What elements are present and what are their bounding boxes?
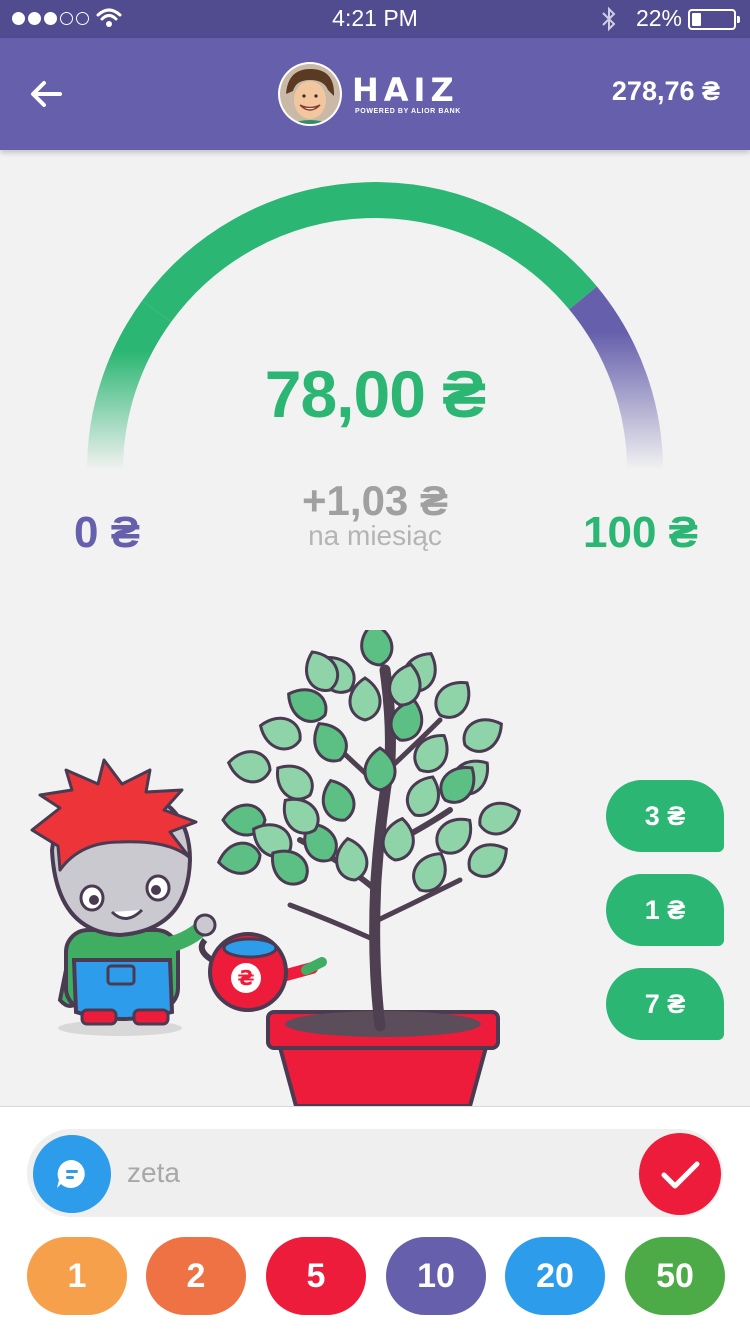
battery-icon [688,9,740,30]
leaf [467,843,508,878]
account-balance: 278,76 ₴ [611,76,720,106]
checkmark-icon [661,1161,700,1189]
message-input[interactable] [127,1151,607,1195]
gardener-boy [30,758,217,1036]
deposit-panel: 1 2 5 10 20 50 [0,1106,750,1334]
gauge-min-label: 0 ₴ [74,508,141,557]
gauge-progress [142,182,597,322]
gauge-max-label: 100 ₴ [583,508,698,557]
arrow-left-icon[interactable] [28,76,64,112]
confirm-button[interactable] [639,1133,721,1215]
chat-bubble-icon [57,1159,85,1188]
battery-percentage: 22% [635,5,682,31]
leaf [313,722,348,763]
app-header: HAIZ POWERED BY ALIOR BANK 278,76 ₴ [0,38,750,150]
leaf [321,778,356,822]
status-bar: 4:21 PM 22% [0,0,750,38]
amount-button-5[interactable]: 5 [266,1237,366,1315]
savings-gauge [87,182,663,471]
amount-button-1[interactable]: 1 [27,1237,127,1315]
amount-buttons: 1 2 5 10 20 50 [0,1237,750,1317]
quick-amount-chip[interactable]: 7 ₴ [606,968,724,1040]
leaf [360,630,394,667]
svg-text:₴: ₴ [237,966,254,990]
message-button[interactable] [33,1135,111,1213]
amount-button-50[interactable]: 50 [625,1237,725,1315]
leaf [216,841,262,875]
message-composer [27,1129,723,1217]
watering-can: ₴ [198,932,327,1012]
leaf [226,750,272,784]
quick-amount-chip[interactable]: 3 ₴ [606,780,724,852]
avatar[interactable] [278,62,342,126]
amount-button-20[interactable]: 20 [505,1237,605,1315]
app-logo: HAIZ [352,71,459,109]
leaf [335,836,369,882]
saved-amount: 78,00 ₴ [264,357,487,431]
tree-leaves [216,630,522,893]
quick-amount-chip[interactable]: 1 ₴ [606,874,724,946]
leaf [462,718,503,753]
logo-subtitle: POWERED BY ALIOR BANK [355,108,461,115]
bluetooth-icon [602,6,616,32]
amount-button-10[interactable]: 10 [386,1237,486,1315]
amount-button-2[interactable]: 2 [146,1237,246,1315]
leaf [434,681,471,719]
leaf [478,801,522,836]
